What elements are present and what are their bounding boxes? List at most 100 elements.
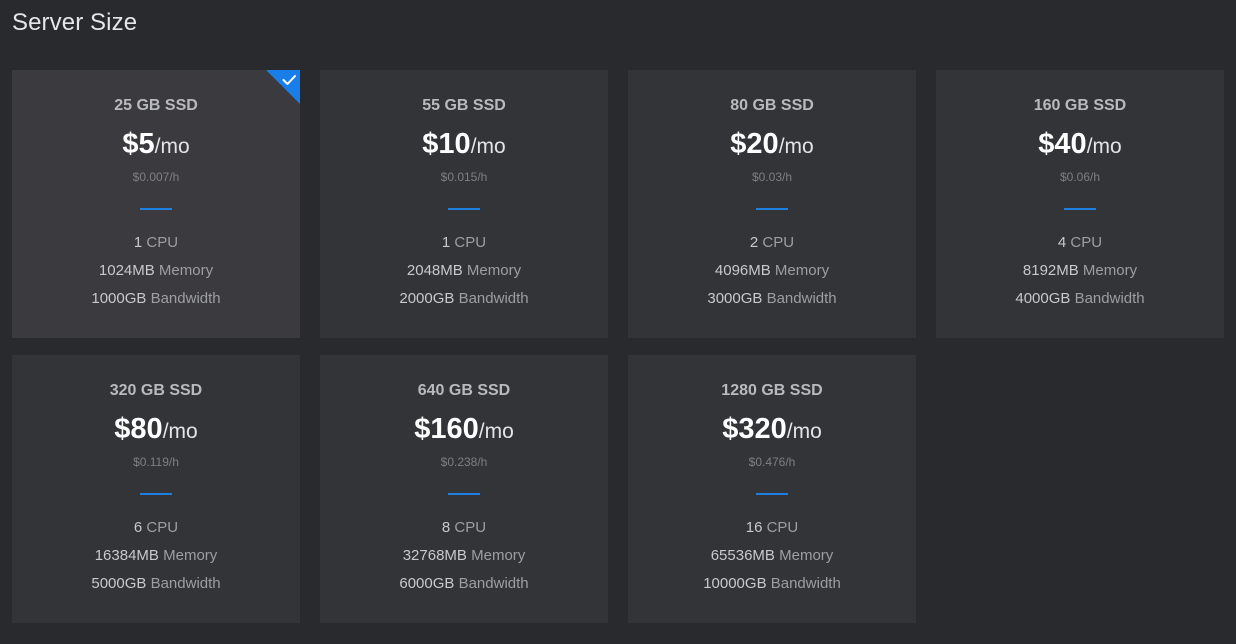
checkmark-icon — [266, 70, 300, 104]
plan-memory-value: 65536MB — [710, 547, 775, 564]
plan-storage: 55 GB SSD — [422, 97, 506, 114]
plan-cpu-label: CPU — [142, 519, 179, 536]
plan-bandwidth-label: Bandwidth — [146, 290, 221, 307]
plan-card[interactable]: 640 GB SSD $160/mo $0.238/h 8 CPU 32768M… — [320, 355, 608, 623]
plan-cpu: 2 CPU — [628, 234, 916, 251]
plan-bandwidth-value: 6000GB — [399, 575, 455, 592]
plan-memory-label: Memory — [774, 547, 834, 564]
plan-card[interactable]: 320 GB SSD $80/mo $0.119/h 6 CPU 16384MB… — [12, 355, 300, 623]
plan-price-amount: $20 — [730, 128, 779, 160]
plan-price: $5/mo — [12, 128, 300, 161]
plan-memory-value: 2048MB — [406, 262, 463, 279]
plan-hourly-price: $0.015/h — [440, 170, 488, 184]
plan-price-unit: /mo — [470, 135, 506, 158]
plan-memory-value: 8192MB — [1022, 262, 1079, 279]
plan-bandwidth-value: 3000GB — [707, 290, 763, 307]
plan-price-unit: /mo — [1086, 135, 1122, 158]
plan-hourly-price: $0.238/h — [440, 455, 488, 469]
plan-divider — [756, 493, 788, 495]
plan-storage: 25 GB SSD — [114, 97, 198, 114]
plan-bandwidth-label: Bandwidth — [766, 575, 841, 592]
plan-storage: 1280 GB SSD — [721, 382, 823, 399]
plan-bandwidth-label: Bandwidth — [1070, 290, 1145, 307]
plan-cpu-value: 4 — [1057, 234, 1067, 251]
plan-memory-label: Memory — [158, 547, 218, 564]
plan-bandwidth: 3000GB Bandwidth — [628, 290, 916, 307]
plan-memory-value: 1024MB — [98, 262, 155, 279]
plan-memory-label: Memory — [462, 262, 522, 279]
plan-memory: 1024MB Memory — [12, 262, 300, 279]
plan-divider — [1064, 208, 1096, 210]
plan-price-amount: $320 — [722, 413, 787, 445]
plan-price-amount: $80 — [114, 413, 163, 445]
plan-hourly-price: $0.06/h — [1059, 170, 1101, 184]
plan-storage: 160 GB SSD — [1033, 97, 1127, 114]
plan-price-amount: $5 — [122, 128, 155, 160]
plan-price-amount: $160 — [414, 413, 479, 445]
plan-storage: 640 GB SSD — [417, 382, 511, 399]
plan-card[interactable]: 55 GB SSD $10/mo $0.015/h 1 CPU 2048MB M… — [320, 70, 608, 338]
plan-cpu-label: CPU — [1066, 234, 1103, 251]
plan-bandwidth-label: Bandwidth — [762, 290, 837, 307]
plan-cpu-label: CPU — [142, 234, 179, 251]
plan-price-amount: $40 — [1038, 128, 1087, 160]
plan-memory: 32768MB Memory — [320, 547, 608, 564]
plan-price: $40/mo — [936, 128, 1224, 161]
plan-hourly-price: $0.476/h — [748, 455, 796, 469]
plan-cpu-value: 2 — [749, 234, 759, 251]
plan-bandwidth-label: Bandwidth — [146, 575, 221, 592]
plan-divider — [448, 208, 480, 210]
plan-cpu-label: CPU — [450, 519, 487, 536]
plan-memory-value: 16384MB — [94, 547, 159, 564]
plan-bandwidth-value: 2000GB — [399, 290, 455, 307]
plan-bandwidth-value: 5000GB — [91, 575, 147, 592]
plan-cpu-label: CPU — [762, 519, 799, 536]
plan-cpu-value: 6 — [133, 519, 143, 536]
plan-hourly-price: $0.03/h — [751, 170, 793, 184]
plan-divider — [448, 493, 480, 495]
plan-card[interactable]: 160 GB SSD $40/mo $0.06/h 4 CPU 8192MB M… — [936, 70, 1224, 338]
plan-memory-label: Memory — [1078, 262, 1138, 279]
plan-price-unit: /mo — [786, 420, 822, 443]
plan-card[interactable]: 1280 GB SSD $320/mo $0.476/h 16 CPU 6553… — [628, 355, 916, 623]
plan-price: $160/mo — [320, 413, 608, 446]
plan-card[interactable]: 80 GB SSD $20/mo $0.03/h 2 CPU 4096MB Me… — [628, 70, 916, 338]
plan-price-unit: /mo — [154, 135, 190, 158]
plan-price-amount: $10 — [422, 128, 471, 160]
plan-bandwidth: 2000GB Bandwidth — [320, 290, 608, 307]
plan-bandwidth-value: 4000GB — [1015, 290, 1071, 307]
plan-memory: 65536MB Memory — [628, 547, 916, 564]
plan-memory-label: Memory — [770, 262, 830, 279]
plan-storage: 320 GB SSD — [109, 382, 203, 399]
plan-price: $320/mo — [628, 413, 916, 446]
plan-cpu-value: 1 — [133, 234, 143, 251]
plan-price-unit: /mo — [162, 420, 198, 443]
plan-memory: 8192MB Memory — [936, 262, 1224, 279]
plan-storage: 80 GB SSD — [730, 97, 814, 114]
plan-bandwidth: 10000GB Bandwidth — [628, 575, 916, 592]
plan-hourly-price: $0.119/h — [133, 455, 179, 469]
plan-memory-label: Memory — [154, 262, 214, 279]
plan-price: $80/mo — [12, 413, 300, 446]
plan-price-unit: /mo — [778, 135, 814, 158]
plan-cpu-value: 8 — [441, 519, 451, 536]
plan-divider — [140, 208, 172, 210]
plan-bandwidth: 4000GB Bandwidth — [936, 290, 1224, 307]
plan-memory: 16384MB Memory — [12, 547, 300, 564]
plan-bandwidth-value: 1000GB — [91, 290, 147, 307]
plan-memory-value: 32768MB — [402, 547, 467, 564]
plan-bandwidth: 1000GB Bandwidth — [12, 290, 300, 307]
plan-bandwidth-value: 10000GB — [703, 575, 767, 592]
plan-card[interactable]: 25 GB SSD $5/mo $0.007/h 1 CPU 1024MB Me… — [12, 70, 300, 338]
plan-price: $10/mo — [320, 128, 608, 161]
plan-cpu-value: 1 — [441, 234, 451, 251]
plan-cpu: 8 CPU — [320, 519, 608, 536]
plan-bandwidth: 6000GB Bandwidth — [320, 575, 608, 592]
server-size-grid: 25 GB SSD $5/mo $0.007/h 1 CPU 1024MB Me… — [12, 70, 1224, 623]
plan-memory-value: 4096MB — [714, 262, 771, 279]
plan-divider — [140, 493, 172, 495]
page-title: Server Size — [12, 9, 138, 36]
plan-divider — [756, 208, 788, 210]
plan-cpu: 16 CPU — [628, 519, 916, 536]
plan-bandwidth-label: Bandwidth — [454, 575, 529, 592]
